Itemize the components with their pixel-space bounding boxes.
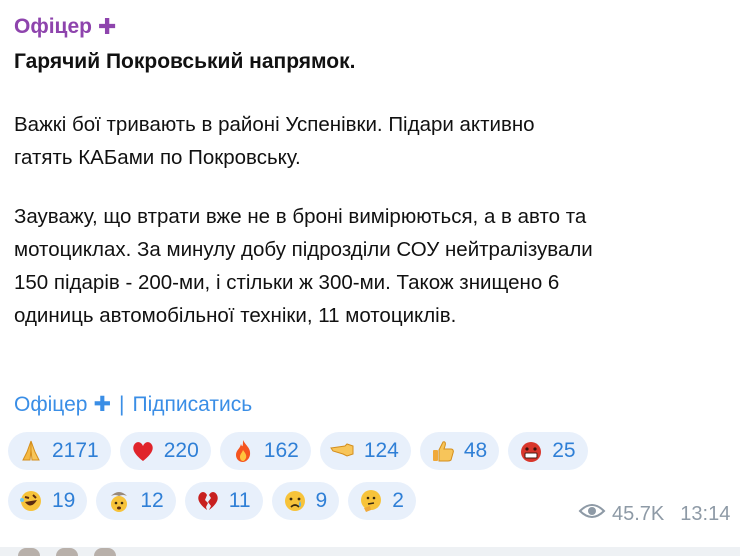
reaction-count: 124	[363, 439, 399, 462]
red-heart-icon	[128, 436, 158, 466]
reaction-pill[interactable]: 162	[219, 432, 311, 470]
reaction-count: 11	[228, 489, 251, 512]
eye-icon	[578, 502, 606, 526]
footer-channel-link[interactable]: Офіцер	[14, 393, 87, 417]
plus-icon: ✚	[93, 393, 112, 416]
post-paragraph-1: Важкі бої тривають в районі Успенівки. П…	[14, 113, 535, 169]
subscribe-link[interactable]: Підписатись	[133, 393, 253, 417]
reaction-pill[interactable]: 2171	[8, 432, 111, 470]
enraged-face-icon	[516, 436, 546, 466]
reaction-pill[interactable]: 220	[119, 432, 211, 470]
reaction-count: 2171	[52, 439, 99, 462]
reaction-pill[interactable]: 12	[96, 482, 176, 520]
view-count: 45.7K	[612, 502, 665, 525]
channel-name[interactable]: Офіцер	[14, 14, 92, 40]
reaction-count: 2	[392, 489, 404, 512]
thinking-face-icon	[356, 486, 386, 516]
folded-hands-icon	[16, 436, 46, 466]
post-paragraph-2: Зауважу, що втрати вже не в броні вимірю…	[14, 205, 593, 327]
crying-face-icon	[280, 486, 310, 516]
reactions-row-1: 2171 220 162 124 48 25	[8, 432, 728, 470]
message-bubble: Офіцер ✚ Гарячий Покровський напрямок. В…	[14, 14, 740, 332]
avatar	[94, 548, 116, 556]
reaction-count: 162	[263, 439, 299, 462]
exploding-head-icon	[104, 486, 134, 516]
reaction-pill[interactable]: 25	[508, 432, 588, 470]
avatar	[18, 548, 40, 556]
post-headline: Гарячий Покровський напрямок.	[14, 50, 356, 73]
avatar	[56, 548, 78, 556]
post-footer-links: Офіцер ✚ | Підписатись	[14, 392, 252, 417]
broken-heart-icon	[193, 486, 223, 516]
reaction-pill[interactable]: 2	[348, 482, 416, 520]
reaction-pill[interactable]: 124	[319, 432, 411, 470]
reaction-pill[interactable]: 19	[8, 482, 88, 520]
reaction-pill[interactable]: 9	[271, 482, 340, 520]
rolling-laughing-icon	[16, 486, 46, 516]
next-message-avatars	[18, 548, 116, 556]
message-time: 13:14	[680, 502, 731, 525]
footer-separator: |	[119, 392, 125, 416]
channel-name-row[interactable]: Офіцер ✚	[14, 14, 740, 40]
message-meta: 45.7K 13:14	[578, 502, 730, 526]
reaction-count: 48	[463, 439, 488, 462]
reaction-count: 12	[140, 489, 164, 512]
thumbs-up-icon	[428, 436, 458, 466]
fire-icon	[228, 436, 258, 466]
reaction-count: 9	[315, 489, 328, 512]
reaction-count: 25	[552, 439, 576, 462]
plus-icon: ✚	[97, 14, 117, 39]
reaction-pill[interactable]: 11	[184, 482, 263, 520]
reaction-count: 19	[52, 489, 76, 512]
reaction-count: 220	[163, 439, 199, 462]
backhand-pointing-icon	[328, 436, 358, 466]
reaction-pill[interactable]: 48	[419, 432, 500, 470]
